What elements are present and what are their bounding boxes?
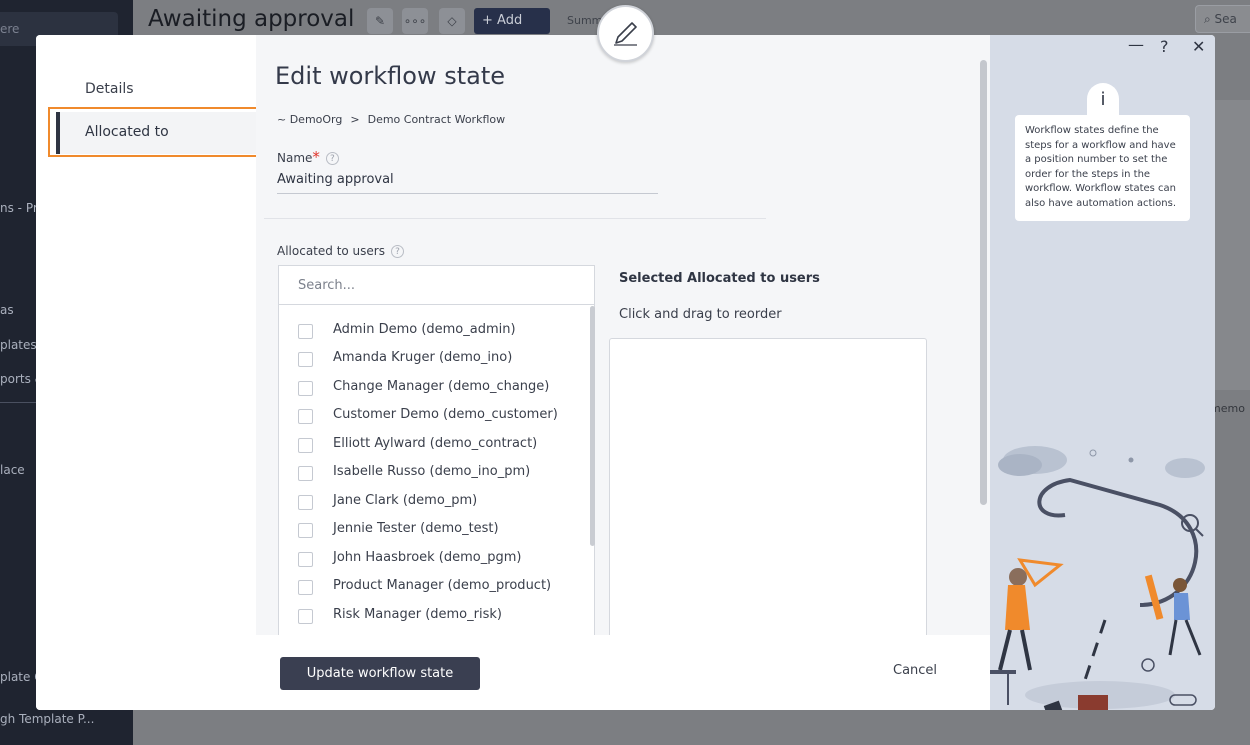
name-field-label: Name*? <box>277 148 339 166</box>
background-page-title: Awaiting approval <box>148 6 355 32</box>
user-name: Customer Demo (demo_customer) <box>333 407 558 422</box>
pencil-icon <box>614 22 637 46</box>
cancel-button[interactable]: Cancel <box>893 663 937 678</box>
user-name: Product Manager (demo_product) <box>333 578 552 593</box>
background-nav-item[interactable]: plates <box>0 338 37 352</box>
checkbox[interactable] <box>298 580 313 595</box>
background-divider <box>0 402 36 403</box>
background-add-button[interactable]: + Add <box>474 8 550 34</box>
window-controls: — ? ✕ <box>990 35 1215 65</box>
background-more-icon[interactable]: ∘∘∘ <box>402 8 428 34</box>
dialog-content: Edit workflow state ~ DemoOrg > Demo Contr… <box>256 35 990 635</box>
allocated-users-label-text: Allocated to users <box>277 244 385 258</box>
user-name: Risk Manager (demo_risk) <box>333 607 502 622</box>
background-tag-icon[interactable]: ◇ <box>439 8 465 34</box>
background-search-label: Sea <box>1214 12 1237 26</box>
users-picker: Search... Admin Demo (demo_admin) Amanda… <box>278 265 595 635</box>
minimize-icon[interactable]: — <box>1128 35 1144 54</box>
close-icon[interactable]: ✕ <box>1192 37 1205 56</box>
checkbox[interactable] <box>298 438 313 453</box>
user-name: John Haasbroek (demo_pgm) <box>333 550 522 565</box>
update-workflow-state-button[interactable]: Update workflow state <box>280 657 480 690</box>
breadcrumb-org[interactable]: ~ DemoOrg <box>277 113 342 126</box>
content-scrollbar[interactable] <box>980 60 987 505</box>
checkbox[interactable] <box>298 609 313 624</box>
user-name: Elliott Aylward (demo_contract) <box>333 436 538 451</box>
user-name: Amanda Kruger (demo_ino) <box>333 350 513 365</box>
edit-badge <box>597 5 654 62</box>
users-list: Admin Demo (demo_admin) Amanda Kruger (d… <box>279 306 592 635</box>
background-nav-item[interactable]: lace <box>0 463 25 477</box>
background-panel <box>1215 100 1250 390</box>
checkbox[interactable] <box>298 495 313 510</box>
users-search-input[interactable]: Search... <box>279 266 594 305</box>
user-name: Jane Clark (demo_pm) <box>333 493 478 508</box>
nav-item-details[interactable]: Details <box>85 81 134 97</box>
checkbox[interactable] <box>298 552 313 567</box>
section-divider <box>264 218 766 219</box>
highlight-annotation <box>48 107 261 157</box>
checkbox[interactable] <box>298 352 313 367</box>
background-memo-text: memo <box>1210 402 1245 415</box>
dialog-side-nav: Details Allocated to <box>36 35 261 635</box>
info-icon: i <box>1087 83 1119 117</box>
user-name: Change Manager (demo_change) <box>333 379 550 394</box>
background-search-input[interactable]: ⌕ Sea <box>1195 5 1250 33</box>
allocated-users-label: Allocated to users? <box>277 244 404 258</box>
required-mark: * <box>312 148 320 166</box>
name-help-icon[interactable]: ? <box>325 152 339 165</box>
edit-workflow-state-dialog: Details Allocated to Edit workflow state… <box>36 35 1215 710</box>
breadcrumb: ~ DemoOrg > Demo Contract Workflow <box>277 113 505 126</box>
workflow-illustration <box>990 446 1205 710</box>
help-icon[interactable]: ? <box>1160 37 1169 56</box>
name-input[interactable]: Awaiting approval <box>277 170 658 194</box>
breadcrumb-workflow[interactable]: Demo Contract Workflow <box>368 113 506 126</box>
checkbox[interactable] <box>298 523 313 538</box>
user-name: Isabelle Russo (demo_ino_pm) <box>333 464 531 479</box>
allocated-users-help-icon[interactable]: ? <box>390 245 404 258</box>
user-name: Admin Demo (demo_admin) <box>333 322 516 337</box>
user-name: Jennie Tester (demo_test) <box>333 521 499 536</box>
checkbox[interactable] <box>298 466 313 481</box>
selected-users-dropzone[interactable] <box>609 338 927 635</box>
name-label-text: Name <box>277 151 313 165</box>
checkbox[interactable] <box>298 324 313 339</box>
dialog-footer: Update workflow state Cancel <box>36 635 990 710</box>
background-nav-item[interactable]: as <box>0 303 14 317</box>
checkbox[interactable] <box>298 409 313 424</box>
info-text: Workflow states define the steps for a w… <box>1015 115 1190 221</box>
selected-users-title: Selected Allocated to users <box>619 271 820 286</box>
dialog-title: Edit workflow state <box>275 62 506 90</box>
background-nav-item[interactable]: gh Template P... <box>0 712 94 726</box>
checkbox[interactable] <box>298 381 313 396</box>
selected-users-hint: Click and drag to reorder <box>619 307 782 322</box>
users-list-scrollbar[interactable] <box>590 306 595 546</box>
info-panel: — ? ✕ i Workflow states define the steps… <box>990 35 1215 710</box>
background-pencil-icon[interactable]: ✎ <box>367 8 393 34</box>
breadcrumb-separator: > <box>350 113 360 126</box>
